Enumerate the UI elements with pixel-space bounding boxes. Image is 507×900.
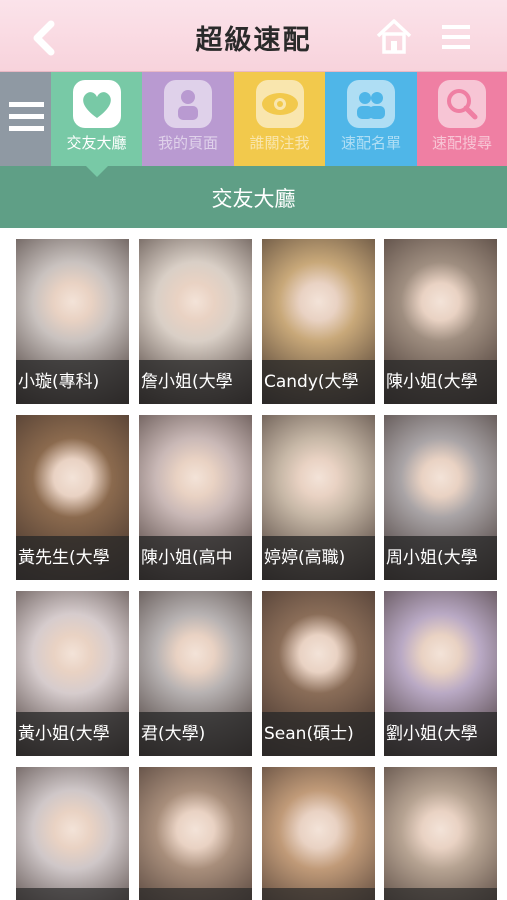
profile-card[interactable]: 陳小姐(高中 [139,415,252,580]
profile-card[interactable]: 周小姐(大學 [384,415,497,580]
profile-card[interactable]: 黃小姐(大學 [16,591,129,756]
tab-match-search[interactable]: 速配搜尋 [417,72,507,166]
profile-photo [16,767,129,900]
tab-match-list[interactable]: 速配名單 [325,72,417,166]
profile-name: 黃小姐(大學 [16,712,129,756]
section-title: 交友大廳 [211,187,296,211]
page-title: 超級速配 [195,25,312,56]
tab-my-page[interactable]: 我的頁面 [142,72,234,166]
tab-friends-lobby[interactable]: 交友大廳 [51,72,142,166]
side-menu-button[interactable] [0,72,51,166]
profile-name: Sean(碩士) [262,712,375,756]
tab-label: 我的頁面 [157,134,218,152]
profile-name [262,888,375,900]
profile-card[interactable]: 劉小姐(大學 [384,591,497,756]
profile-card[interactable]: 陳小姐(大學 [384,239,497,404]
profile-photo [262,767,375,900]
menu-button[interactable] [440,22,472,52]
couple-icon [347,80,395,128]
profile-name: 詹小姐(大學 [139,360,252,404]
profile-card[interactable] [262,767,375,900]
profile-photo [139,767,252,900]
profile-photo [384,767,497,900]
profile-card[interactable]: 詹小姐(大學 [139,239,252,404]
person-icon [164,80,212,128]
active-tab-pointer [86,166,108,177]
search-icon [438,80,486,128]
hamburger-menu-icon [442,25,470,49]
profile-card[interactable] [139,767,252,900]
profile-name: 小璇(專科) [16,360,129,404]
tab-bar: 交友大廳 我的頁面 誰關注我 速配名單 速配搜尋 [0,72,507,166]
app-header: 超級速配 [0,0,507,72]
profile-name: 君(大學) [139,712,252,756]
profile-name: 陳小姐(大學 [384,360,497,404]
profile-card[interactable]: Sean(碩士) [262,591,375,756]
list-menu-icon [9,102,44,131]
tab-label: 速配搜尋 [431,134,492,152]
heart-icon [72,80,121,128]
profile-name [139,888,252,900]
tab-label: 誰關注我 [249,134,310,152]
eye-icon [255,80,304,128]
profile-name: 劉小姐(大學 [384,712,497,756]
profile-card[interactable]: 小璇(專科) [16,239,129,404]
profile-card[interactable] [16,767,129,900]
profile-name: Candy(大學 [262,360,375,404]
profile-name [384,888,497,900]
profile-card[interactable] [384,767,497,900]
tab-label: 交友大廳 [66,134,127,152]
profile-card[interactable]: 婷婷(高職) [262,415,375,580]
profile-card[interactable]: Candy(大學 [262,239,375,404]
tab-label: 速配名單 [340,134,401,152]
home-button[interactable] [374,16,414,56]
profile-name: 婷婷(高職) [262,536,375,580]
profile-grid: 小璇(專科) 詹小姐(大學 Candy(大學 陳小姐(大學 黃先生(大學 陳小姐… [0,228,507,900]
section-header: 交友大廳 [0,166,507,228]
profile-name: 陳小姐(高中 [139,536,252,580]
tab-who-follows-me[interactable]: 誰關注我 [234,72,325,166]
profile-card[interactable]: 黃先生(大學 [16,415,129,580]
profile-card[interactable]: 君(大學) [139,591,252,756]
home-icon [376,19,412,54]
profile-name [16,888,129,900]
profile-name: 周小姐(大學 [384,536,497,580]
profile-name: 黃先生(大學 [16,536,129,580]
